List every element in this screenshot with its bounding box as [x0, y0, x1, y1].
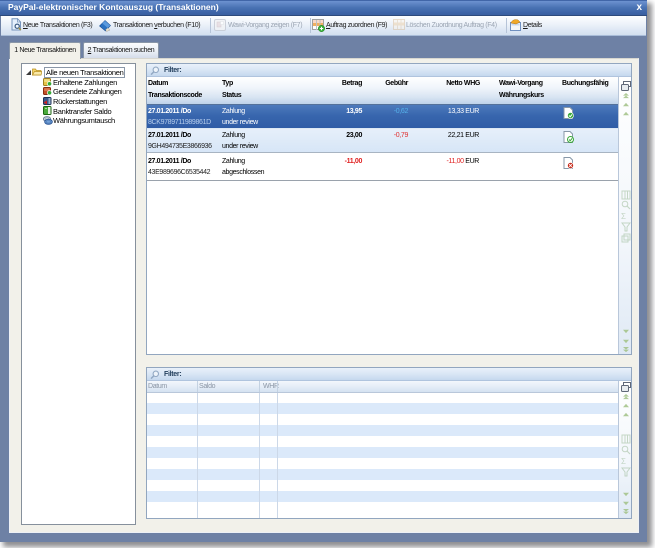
svg-text:Σ: Σ	[621, 212, 626, 221]
svg-text:Σ: Σ	[621, 457, 626, 466]
